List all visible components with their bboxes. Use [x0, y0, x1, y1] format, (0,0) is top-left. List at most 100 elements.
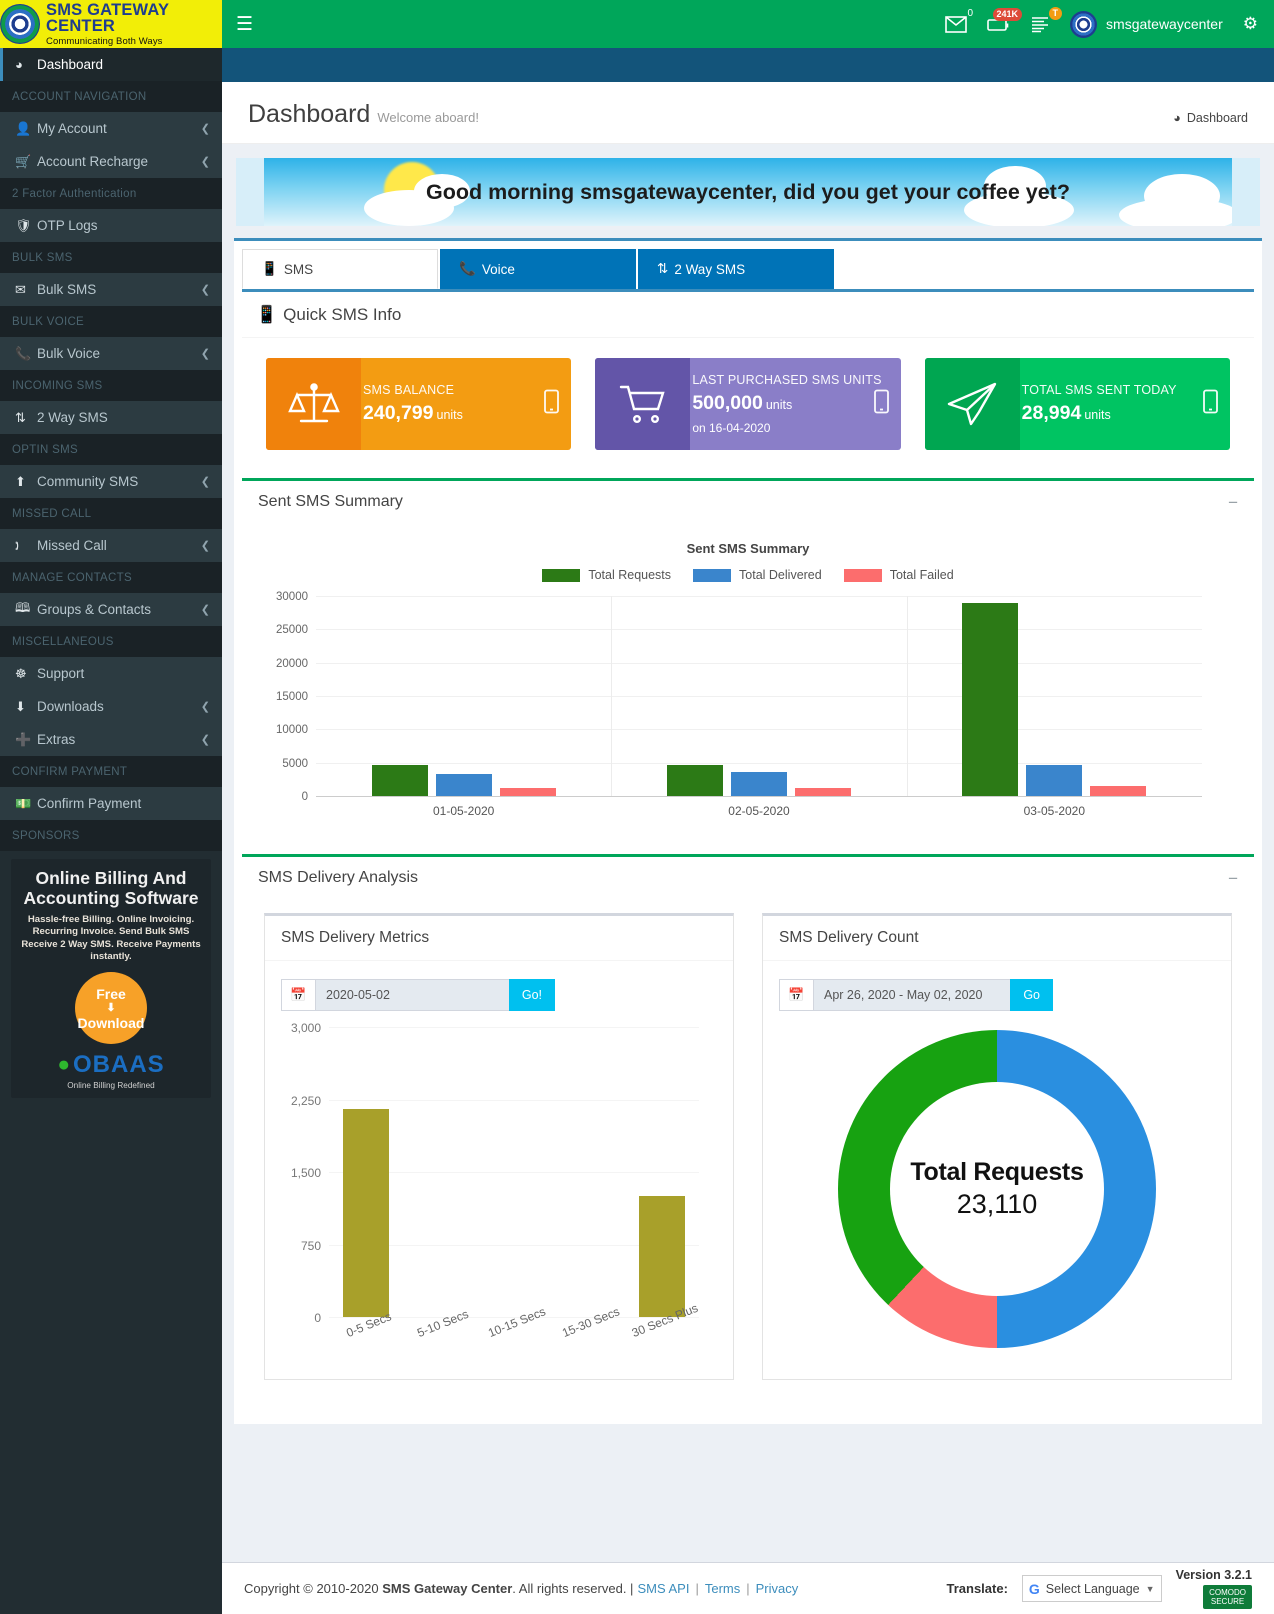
info-box-label: SMS BALANCE	[363, 383, 455, 397]
sidebar-header-account-navigation: ACCOUNT NAVIGATION	[0, 81, 222, 112]
sidebar-item-my-account[interactable]: 👤 My Account ❮	[0, 112, 222, 145]
tab-2-way-sms[interactable]: ⇅ 2 Way SMS	[638, 249, 834, 289]
balance-icon-button[interactable]: 241K	[987, 7, 1023, 32]
bar[interactable]	[962, 602, 1019, 796]
bar-slot	[625, 1027, 699, 1317]
y-tick-label: 0	[314, 1311, 321, 1325]
bar[interactable]	[666, 764, 723, 796]
user-avatar-icon	[1070, 10, 1098, 38]
footer-link-terms[interactable]: Terms	[705, 1581, 740, 1596]
metrics-go-button[interactable]: Go!	[508, 979, 555, 1011]
chevron-left-icon: ❮	[200, 701, 210, 713]
sidebar-item-label: Account Recharge	[37, 154, 149, 169]
bar[interactable]	[343, 1109, 389, 1317]
sidebar-item-account-recharge[interactable]: 🛒 Account Recharge ❮	[0, 145, 222, 178]
sponsor-download-button[interactable]: Free ⬇ Download	[75, 972, 147, 1045]
tab-sms[interactable]: 📱 SMS	[242, 249, 438, 289]
x-tick: 15-30 Secs	[551, 1304, 625, 1365]
x-tick-label: 02-05-2020	[728, 804, 790, 818]
footer-rights: . All rights reserved. |	[512, 1581, 634, 1596]
sponsor-brand: OBAAS	[73, 1051, 165, 1079]
minus-icon[interactable]: −	[1228, 870, 1238, 887]
bar[interactable]	[1026, 764, 1083, 796]
shield-icon: 🛡	[15, 217, 32, 233]
sidebar-item-downloads[interactable]: ⬇ Downloads ❮	[0, 690, 222, 723]
legend-item: Total Delivered	[693, 568, 822, 582]
sent-sms-summary-title: Sent SMS Summary	[258, 493, 403, 510]
footer-link-sms-api[interactable]: SMS API	[637, 1581, 689, 1596]
footer-separator: |	[746, 1581, 750, 1596]
sidebar-header-confirm-payment: CONFIRM PAYMENT	[0, 756, 222, 787]
sidebar-item-dashboard[interactable]: ◕ Dashboard	[0, 48, 222, 81]
sidebar-item-groups-contacts[interactable]: 🕮 Groups & Contacts ❮	[0, 593, 222, 626]
reports-badge: T	[1048, 6, 1063, 21]
tab-label: Voice	[481, 261, 515, 277]
mobile-icon	[873, 389, 889, 419]
sidebar-item-bulk-voice[interactable]: 📞 Bulk Voice ❮	[0, 337, 222, 370]
brand-title: SMS GATEWAY CENTER	[46, 0, 169, 36]
info-box-unit: units	[765, 398, 793, 412]
info-box-last-purchased[interactable]: LAST PURCHASED SMS UNITS 500,000 units on…	[595, 358, 901, 450]
sponsor-banner[interactable]: Online Billing And Accounting Software H…	[0, 851, 222, 1099]
footer-company: SMS Gateway Center	[382, 1581, 513, 1596]
app-root: SMS GATEWAY CENTER Communicating Both Wa…	[0, 0, 1274, 1614]
sponsor-headline: Online Billing And Accounting Software	[23, 868, 199, 908]
y-tick-label: 750	[300, 1238, 321, 1253]
hamburger-menu-icon[interactable]: ☰	[236, 15, 253, 34]
sidebar-item-extras[interactable]: ➕ Extras ❮	[0, 723, 222, 756]
bar[interactable]	[794, 788, 851, 796]
bar[interactable]	[371, 764, 428, 796]
sponsor-brand-sub: Online Billing Redefined	[67, 1081, 155, 1091]
breadcrumb[interactable]: ◕ Dashboard	[1173, 111, 1248, 125]
tab-voice[interactable]: 📞 Voice	[440, 249, 636, 289]
bar-group	[316, 596, 611, 796]
y-tick-label: 20000	[276, 657, 308, 670]
chart-title: Sent SMS Summary	[686, 541, 810, 556]
channel-tabs: 📱 SMS 📞 Voice ⇅ 2 Way SMS	[234, 238, 1262, 289]
bar[interactable]	[499, 788, 556, 796]
metrics-date-input[interactable]: 2020-05-02	[315, 979, 509, 1011]
count-date-group: 📅 Apr 26, 2020 - May 02, 2020 Go	[779, 979, 1053, 1011]
sms-delivery-analysis-header: SMS Delivery Analysis −	[242, 857, 1254, 899]
count-go-button[interactable]: Go	[1010, 979, 1053, 1011]
sidebar-item-support[interactable]: ☸ Support	[0, 657, 222, 690]
mobile-icon: 📱	[256, 305, 278, 324]
bar[interactable]	[435, 773, 492, 796]
sidebar: SMS GATEWAY CENTER Communicating Both Wa…	[0, 0, 222, 1614]
sidebar-item-label: Dashboard	[37, 57, 104, 72]
bar[interactable]	[639, 1196, 685, 1317]
sidebar-item-2-way-sms[interactable]: ⇅ 2 Way SMS	[0, 401, 222, 434]
chevron-left-icon: ❮	[200, 284, 210, 296]
bar[interactable]	[730, 772, 787, 796]
messages-icon-button[interactable]: 0	[945, 8, 973, 33]
sidebar-item-missed-call[interactable]: 🕽 Missed Call ❮	[0, 529, 222, 562]
user-menu[interactable]: smsgatewaycenter	[1070, 10, 1223, 38]
minus-icon[interactable]: −	[1228, 494, 1238, 511]
greeting-text: Good morning smsgatewaycenter, did you g…	[426, 179, 1070, 204]
gears-settings-icon[interactable]: ⚙	[1243, 14, 1258, 34]
brand-logo[interactable]: SMS GATEWAY CENTER Communicating Both Wa…	[0, 0, 222, 48]
sidebar-item-confirm-payment[interactable]: 💵 Confirm Payment	[0, 787, 222, 820]
info-box-sms-balance[interactable]: SMS BALANCE 240,799 units	[266, 358, 572, 450]
footer-link-privacy[interactable]: Privacy	[756, 1581, 799, 1596]
plus-icon: ➕	[15, 731, 32, 747]
language-select[interactable]: G Select Language ▼	[1021, 1575, 1162, 1602]
retweet-icon: ⇅	[15, 409, 26, 425]
chevron-left-icon: ❮	[200, 604, 210, 616]
username-label: smsgatewaycenter	[1106, 16, 1223, 32]
sidebar-item-bulk-sms[interactable]: ✉ Bulk SMS ❮	[0, 273, 222, 306]
legend-swatch	[843, 568, 882, 582]
sms-delivery-count-card: SMS Delivery Count 📅 Apr 26, 2020 - May …	[762, 913, 1232, 1380]
top-navbar: ☰ 0 241K T smsgatewaycenter ⚙	[222, 0, 1274, 48]
reports-icon-button[interactable]: T	[1030, 6, 1063, 33]
delivery-count-donut[interactable]: Total Requests 23,110	[838, 1030, 1156, 1348]
sidebar-item-otp-logs[interactable]: 🛡 OTP Logs	[0, 209, 222, 242]
money-icon: 💵	[15, 795, 32, 811]
info-box-total-sent-today[interactable]: TOTAL SMS SENT TODAY 28,994 units	[924, 358, 1230, 450]
count-date-range-input[interactable]: Apr 26, 2020 - May 02, 2020	[813, 979, 1011, 1011]
info-box-unit: units	[1084, 408, 1111, 422]
bar[interactable]	[1090, 786, 1147, 796]
mobile-icon	[1203, 389, 1218, 419]
sidebar-item-community-sms[interactable]: ⬆ Community SMS ❮	[0, 465, 222, 498]
comodo-seal-bottom: SECURE	[1210, 1597, 1245, 1606]
